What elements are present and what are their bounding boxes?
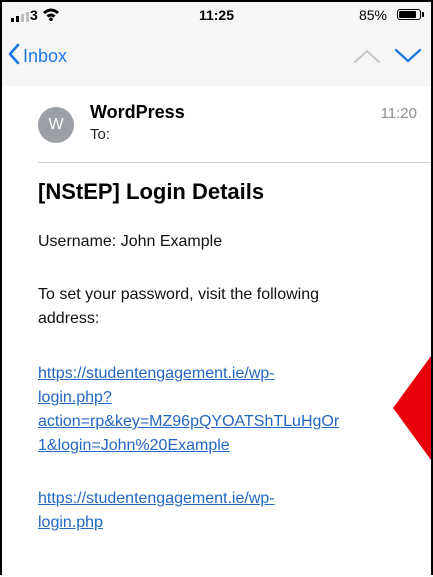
link-line[interactable]: https://studentengagement.ie/wp- bbox=[38, 365, 275, 382]
link-line[interactable]: login.php? bbox=[38, 389, 112, 406]
instruction-line: To set your password, visit the followin… bbox=[38, 286, 320, 303]
battery-percentage: 85% bbox=[358, 7, 387, 23]
instruction-line: address: bbox=[38, 310, 100, 327]
back-to-inbox-button[interactable]: Inbox bbox=[8, 43, 67, 70]
header-divider bbox=[38, 162, 431, 163]
instruction-text: To set your password, visit the followin… bbox=[38, 283, 398, 331]
chevron-up-icon[interactable] bbox=[353, 48, 381, 69]
to-label: To: bbox=[90, 126, 111, 143]
login-link[interactable]: https://studentengagement.ie/wp- login.p… bbox=[38, 487, 423, 535]
status-bar: 3 11:25 85% bbox=[2, 2, 431, 28]
link-line[interactable]: action=rp&key=MZ96pQYOATShTLuHgOr bbox=[38, 413, 339, 430]
email-header: W WordPress To: 11:20 bbox=[2, 86, 431, 160]
battery-fill bbox=[399, 11, 416, 18]
chevron-down-icon[interactable] bbox=[394, 48, 422, 69]
email-time: 11:20 bbox=[380, 105, 417, 122]
username-line: Username: John Example bbox=[38, 233, 223, 250]
phone-screen: 3 11:25 85% Inbox W WordPress To: 11:20 … bbox=[0, 0, 433, 575]
sender-name[interactable]: WordPress bbox=[90, 102, 185, 123]
link-line[interactable]: login.php bbox=[38, 514, 103, 531]
link-line[interactable]: https://studentengagement.ie/wp- bbox=[38, 490, 275, 507]
red-arrow-annotation bbox=[393, 356, 431, 460]
sender-avatar[interactable]: W bbox=[38, 107, 74, 143]
email-view: W WordPress To: 11:20 [NStEP] Login Deta… bbox=[2, 86, 431, 575]
link-line[interactable]: 1&login=John%20Example bbox=[38, 437, 230, 454]
password-reset-link[interactable]: https://studentengagement.ie/wp- login.p… bbox=[38, 362, 423, 458]
chevron-left-icon bbox=[8, 43, 20, 70]
navigation-bar: Inbox bbox=[2, 28, 431, 86]
email-subject: [NStEP] Login Details bbox=[38, 179, 265, 204]
battery-icon bbox=[397, 9, 424, 20]
back-label: Inbox bbox=[23, 46, 68, 66]
